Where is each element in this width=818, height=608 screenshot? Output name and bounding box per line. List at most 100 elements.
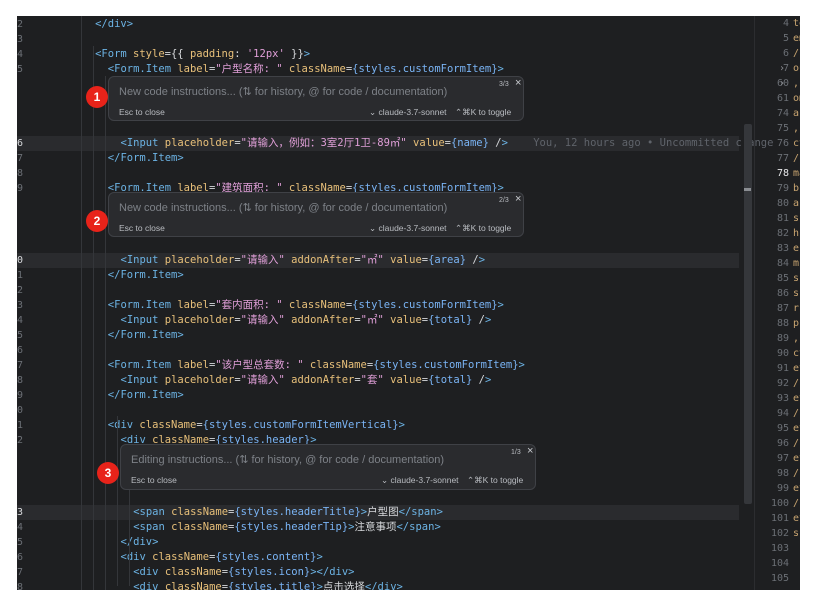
split-divider[interactable] [754,16,755,590]
toggle-label: ⌘K to toggle [462,107,512,117]
line-number: 1 [17,270,24,281]
close-icon[interactable]: × [515,193,521,205]
code-token: addonAfter [291,314,355,326]
code-line[interactable]: <Input placeholder="请输入" addonAfter="㎡" … [17,313,739,328]
right-code-snippet: s [793,528,800,539]
code-token: {styles.customFormItem} [352,63,498,75]
code-line[interactable]: <Form style={{ padding: '12px' }}> [17,47,739,62]
code-token: {styles.icon} [228,566,311,578]
code-line[interactable]: </Form.Item> [17,328,739,343]
right-code-snippet: em [793,33,800,44]
indent-guide [129,486,130,586]
code-token: "请输入" [240,374,285,386]
right-code-snippet: a [793,108,800,119]
right-line-number: 102 [770,528,789,539]
right-code-snippet: , [793,78,800,89]
code-line[interactable]: <Input placeholder="请输入，例如：3室2厅1卫-89㎡" v… [17,136,773,151]
code-token: span [139,521,172,533]
code-line-text: <Input placeholder="请输入" addonAfter="套" … [121,373,492,388]
right-line-number: 92 [776,378,789,389]
inline-prompt-2[interactable]: New code instructions... (⇅ for history,… [108,192,524,237]
code-line[interactable]: </Form.Item> [17,388,739,403]
right-code-snippet: ct [793,138,800,149]
prompt-input[interactable]: New code instructions... (⇅ for history,… [119,201,447,214]
code-line[interactable]: </Form.Item> [17,268,739,283]
right-line-number: 82 [776,228,789,239]
code-line[interactable]: <div className={styles.icon}></div> [17,565,739,580]
annotation-badge-1: 1 [86,86,108,108]
toggle-hint: ⌃⌘K to toggle [455,107,512,117]
code-line-text: <Input placeholder="请输入" addonAfter="㎡" … [121,313,492,328]
code-line[interactable]: <Form.Item label="套内面积: " className={sty… [17,298,739,313]
code-token: Input [126,137,165,149]
code-line[interactable]: <Input placeholder="请输入" addonAfter="套" … [17,373,739,388]
fold-chevron-icon[interactable]: › [779,76,785,91]
code-token: ={{ [164,48,190,60]
toggle-label: ⌘K to toggle [462,223,512,233]
code-line[interactable]: <Form.Item label="该户型总套数: " className={s… [17,358,739,373]
code-token: "户型名称: " [215,63,283,75]
right-line-number: 4 [782,18,789,29]
code-line[interactable]: </Form.Item> [17,151,739,166]
code-token: Input [126,254,165,266]
code-line[interactable] [17,343,739,358]
right-code-snippet: a [793,198,800,209]
line-number: 7 [17,360,24,371]
right-line-number: 105 [770,573,789,584]
code-line[interactable] [17,166,739,181]
right-line-number: 74 [776,108,789,119]
right-code-snippet: / [793,378,800,389]
vertical-scrollbar-thumb[interactable] [744,124,752,504]
code-token: {styles.customFormItem} [352,299,498,311]
code-line[interactable]: </div> [17,17,739,32]
code-line-text: <div className={styles.content}> [121,550,323,565]
code-line[interactable]: <div className={styles.customFormItemVer… [17,418,739,433]
inline-prompt-1[interactable]: New code instructions... (⇅ for history,… [108,76,524,121]
model-selector[interactable]: ⌄ claude-3.7-sonnet [369,223,447,234]
model-selector[interactable]: ⌄ claude-3.7-sonnet [381,475,459,486]
code-token: Form [101,48,134,60]
code-line-text: <span className={styles.headerTip}>注意事项<… [133,520,441,535]
code-token: Form.Item [114,299,178,311]
code-line[interactable]: <span className={styles.headerTip}>注意事项<… [17,520,739,535]
code-token: className [164,581,222,590]
line-number: 3 [17,507,24,518]
line-number: 9 [17,390,24,401]
line-number: 9 [17,183,24,194]
code-token: > [485,374,492,386]
model-selector[interactable]: ⌄ claude-3.7-sonnet [369,107,447,118]
inline-prompt-3[interactable]: Editing instructions... (⇅ for history, … [120,444,536,490]
code-token: style [133,48,165,60]
code-line[interactable] [17,283,739,298]
code-line[interactable]: <Input placeholder="请输入" addonAfter="㎡" … [17,253,739,268]
code-line-text: <Form style={{ padding: '12px' }}> [95,47,310,62]
code-token: > [303,48,311,60]
code-line[interactable] [17,403,739,418]
fold-chevron-icon[interactable]: › [779,61,785,76]
prompt-input[interactable]: Editing instructions... (⇅ for history, … [131,453,444,466]
toggle-hint: ⌃⌘K to toggle [455,223,512,233]
code-line[interactable]: <Form.Item label="户型名称: " className={sty… [17,62,739,77]
right-line-number: 89 [776,333,789,344]
code-token: > [434,521,441,533]
code-token: > [177,269,184,281]
code-line[interactable] [17,32,739,47]
code-line[interactable]: <div className={styles.content}> [17,550,739,565]
code-token: </ [107,329,121,341]
prompt-input[interactable]: New code instructions... (⇅ for history,… [119,85,447,98]
line-number: 6 [17,345,24,356]
right-code-snippet: / [793,468,800,479]
code-line-text: </Form.Item> [108,328,184,343]
code-token: div [126,551,153,563]
line-number: 6 [17,138,24,149]
close-icon[interactable]: × [515,77,521,89]
code-token: span [409,521,435,533]
code-token: div [329,566,349,578]
code-line[interactable]: <span className={styles.headerTitle}>户型图… [17,505,739,520]
code-line[interactable]: <div className={styles.title}>点击选择</div> [17,580,739,590]
code-token: addonAfter [291,374,355,386]
close-icon[interactable]: × [527,445,533,457]
code-line[interactable]: </div> [17,535,739,550]
code-token: > [518,359,525,371]
right-code-snippet: et [793,483,800,494]
